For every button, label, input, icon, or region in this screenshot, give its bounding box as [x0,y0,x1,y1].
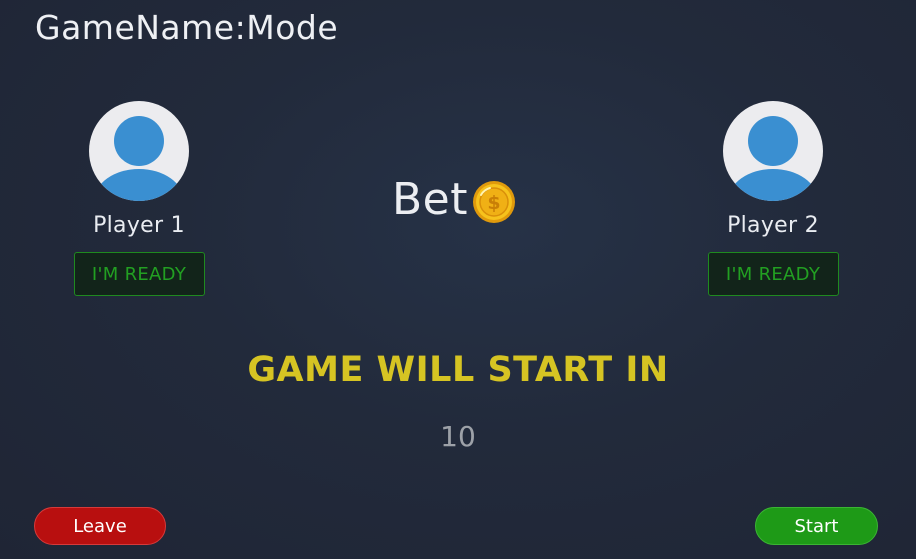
user-avatar-icon [89,101,189,201]
player-1-panel: Player 1 I'M READY [72,101,206,296]
start-button[interactable]: Start [755,507,878,545]
player-2-ready-button[interactable]: I'M READY [707,252,839,296]
leave-button[interactable]: Leave [34,507,166,545]
game-start-heading: GAME WILL START IN [247,350,669,390]
gold-coin-icon: $ [472,180,516,224]
bet-label: Bet [392,174,469,225]
svg-text:$: $ [487,192,500,214]
player-2-name: Player 2 [727,213,819,238]
countdown-timer: 10 [440,420,476,453]
player-1-name: Player 1 [93,213,185,238]
user-avatar-icon [723,101,823,201]
player-1-ready-button[interactable]: I'M READY [73,252,205,296]
player-2-panel: Player 2 I'M READY [706,101,840,296]
bet-display: Bet $ [392,174,516,226]
game-title: GameName:Mode [35,8,339,47]
